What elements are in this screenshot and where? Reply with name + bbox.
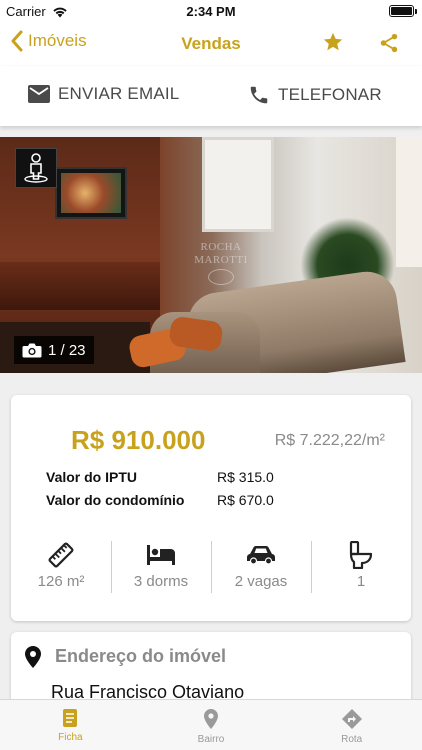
chevron-left-icon xyxy=(11,30,23,52)
clock: 2:34 PM xyxy=(186,4,236,19)
condo-fee-value: R$ 670.0 xyxy=(217,492,274,508)
tab-bairro[interactable]: Bairro xyxy=(141,700,282,750)
back-label: Imóveis xyxy=(28,31,87,50)
tab-bar: Ficha Bairro Rota xyxy=(0,699,422,750)
back-button[interactable]: Imóveis xyxy=(10,30,87,52)
tab-ficha-label: Ficha xyxy=(58,732,83,743)
feature-bedrooms-label: 3 dorms xyxy=(133,573,189,590)
camera-icon xyxy=(22,343,42,358)
toilet-icon xyxy=(349,541,373,569)
document-icon xyxy=(63,709,78,727)
ruler-icon xyxy=(48,542,74,568)
call-label: TELEFONAR xyxy=(278,85,382,104)
phone-icon xyxy=(250,86,268,104)
person-360-icon xyxy=(24,153,48,183)
bed-icon xyxy=(147,545,175,565)
battery-icon xyxy=(389,5,417,17)
address-section-title: Endereço do imóvel xyxy=(55,646,227,666)
location-pin-icon xyxy=(25,646,41,668)
send-email-label: ENVIAR EMAIL xyxy=(58,84,180,103)
tv-in-photo xyxy=(55,167,127,219)
feature-area: 126 m² xyxy=(11,541,111,593)
virtual-tour-button[interactable] xyxy=(15,148,57,188)
feature-area-label: 126 m² xyxy=(37,573,85,590)
contact-action-bar: ENVIAR EMAIL TELEFONAR xyxy=(0,66,422,126)
status-bar: Carrier 2:34 PM xyxy=(0,0,422,22)
condo-fee-label: Valor do condomínio xyxy=(46,492,185,508)
photo-watermark: ROCHA MAROTTI xyxy=(182,241,260,285)
photo-counter-label: 1 / 23 xyxy=(48,341,86,359)
property-features: 126 m² 3 dorms 2 vagas 1 xyxy=(11,541,411,593)
feature-bedrooms: 3 dorms xyxy=(111,541,211,593)
map-pin-icon xyxy=(204,709,218,729)
envelope-icon xyxy=(28,85,50,103)
navigation-bar: Imóveis Vendas xyxy=(0,22,422,66)
send-email-button[interactable]: ENVIAR EMAIL xyxy=(28,84,179,104)
feature-parking: 2 vagas xyxy=(211,541,311,593)
feature-bathrooms: 1 xyxy=(311,541,411,593)
tab-rota[interactable]: Rota xyxy=(281,700,422,750)
price-per-sqm: R$ 7.222,22/m² xyxy=(274,432,385,449)
favorite-button[interactable] xyxy=(322,31,344,58)
car-icon xyxy=(247,546,275,565)
tab-rota-label: Rota xyxy=(341,734,363,745)
feature-parking-label: 2 vagas xyxy=(234,573,288,590)
property-photo[interactable]: ROCHA MAROTTI 1 / 23 xyxy=(0,137,422,373)
iptu-value: R$ 315.0 xyxy=(217,469,274,485)
sale-price: R$ 910.000 xyxy=(71,425,206,455)
price-card: R$ 910.000 R$ 7.222,22/m² Valor do IPTU … xyxy=(11,395,411,621)
directions-icon xyxy=(341,709,362,729)
tab-bairro-label: Bairro xyxy=(197,734,225,745)
photo-counter[interactable]: 1 / 23 xyxy=(14,336,94,364)
share-button[interactable] xyxy=(378,32,400,59)
share-icon xyxy=(380,33,398,53)
call-button[interactable]: TELEFONAR xyxy=(248,84,382,106)
iptu-label: Valor do IPTU xyxy=(46,469,138,485)
tab-ficha[interactable]: Ficha xyxy=(0,700,141,750)
star-icon xyxy=(323,32,343,51)
feature-bathrooms-label: 1 xyxy=(356,573,366,590)
